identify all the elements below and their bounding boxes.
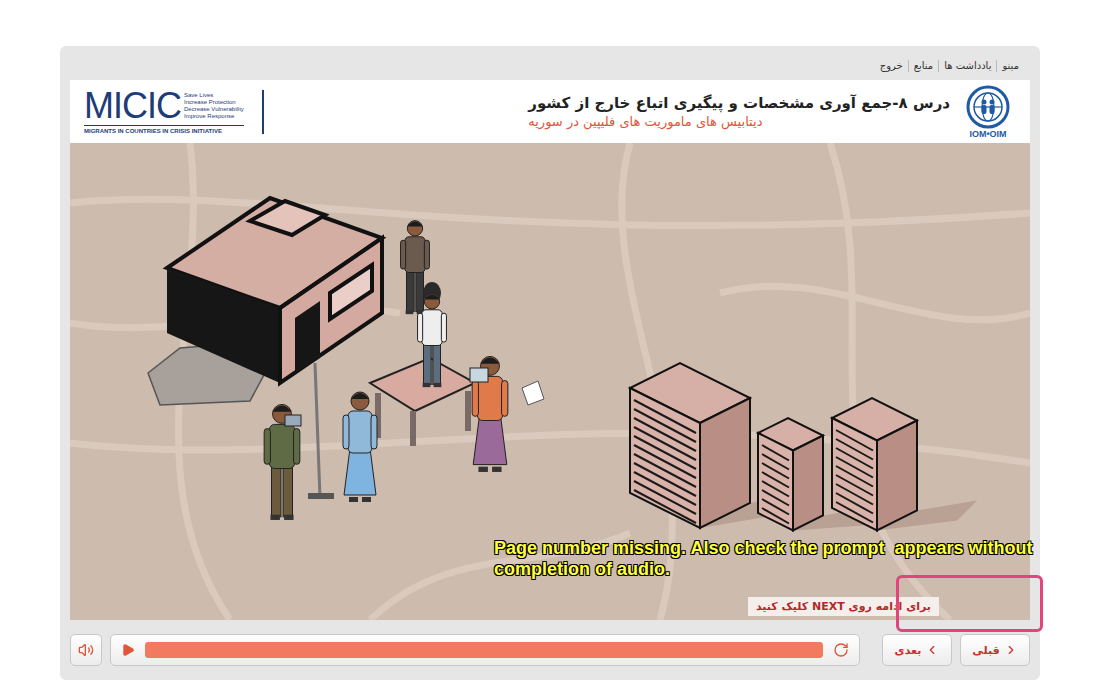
review-highlight bbox=[896, 575, 1043, 632]
lesson-subtitle: دیتابیس های ماموریت های فلیپین در سوریه bbox=[528, 114, 762, 129]
micic-tagline: Improve Response bbox=[184, 113, 244, 120]
micic-tagline: Increase Protection bbox=[184, 99, 244, 106]
narrow-building bbox=[758, 418, 883, 531]
top-menu-link[interactable]: منابع bbox=[908, 60, 939, 72]
previous-button[interactable]: قبلی bbox=[960, 634, 1030, 666]
replay-icon[interactable] bbox=[833, 642, 849, 658]
carpenter bbox=[418, 294, 447, 387]
logo-divider bbox=[262, 90, 264, 134]
top-menu-link[interactable]: یادداشت ها bbox=[938, 60, 996, 72]
playback-bar bbox=[110, 634, 860, 666]
mop bbox=[315, 363, 320, 498]
iom-globe-icon bbox=[966, 85, 1010, 129]
top-menu: مینویادداشت هامنابعخروج bbox=[70, 52, 1030, 80]
play-icon[interactable] bbox=[121, 643, 135, 657]
damaged-building bbox=[167, 198, 382, 383]
iom-logo: IOM•OIM bbox=[960, 85, 1016, 139]
micic-tagline: Decrease Vulnerability bbox=[184, 106, 244, 113]
page: مینویادداشت هامنابعخروج MICICSave LivesIn… bbox=[0, 0, 1120, 700]
woman-with-mop bbox=[343, 392, 377, 502]
review-annotation: Page number missing. Also check the prom… bbox=[494, 538, 1112, 580]
chevron-right-icon bbox=[1004, 643, 1018, 657]
lesson-titles: درس ۸-جمع آوری مشخصات و پیگیری اتباع خار… bbox=[528, 94, 950, 129]
micic-logo: MICICSave LivesIncrease ProtectionDecrea… bbox=[84, 89, 264, 134]
header: MICICSave LivesIncrease ProtectionDecrea… bbox=[70, 80, 1030, 143]
micic-name: MICIC bbox=[84, 89, 181, 123]
workbench bbox=[370, 358, 475, 446]
course-player: مینویادداشت هامنابعخروج MICICSave LivesIn… bbox=[60, 46, 1040, 680]
top-menu-link[interactable]: مینو bbox=[996, 60, 1024, 72]
player-controls: بعدیقبلی bbox=[70, 620, 1030, 680]
lesson-title: درس ۸-جمع آوری مشخصات و پیگیری اتباع خار… bbox=[528, 94, 950, 112]
progress-track[interactable] bbox=[145, 642, 823, 658]
next-button[interactable]: بعدی bbox=[882, 634, 952, 666]
speaker-icon bbox=[78, 642, 94, 658]
iom-label: IOM•OIM bbox=[969, 129, 1006, 139]
micic-full-name: MIGRANTS IN COUNTRIES IN CRISIS INITIATI… bbox=[84, 125, 244, 134]
square-building bbox=[832, 398, 977, 531]
progress-fill bbox=[145, 642, 823, 658]
tablet bbox=[285, 415, 301, 426]
top-menu-link[interactable]: خروج bbox=[875, 60, 908, 72]
mute-button[interactable] bbox=[70, 634, 102, 666]
paper bbox=[522, 381, 544, 405]
chevron-left-icon bbox=[925, 643, 939, 657]
micic-taglines: Save LivesIncrease ProtectionDecrease Vu… bbox=[184, 92, 244, 120]
micic-tagline: Save Lives bbox=[184, 92, 244, 99]
next-prompt: برای ادامه روی NEXT کلیک کنید bbox=[748, 597, 939, 616]
